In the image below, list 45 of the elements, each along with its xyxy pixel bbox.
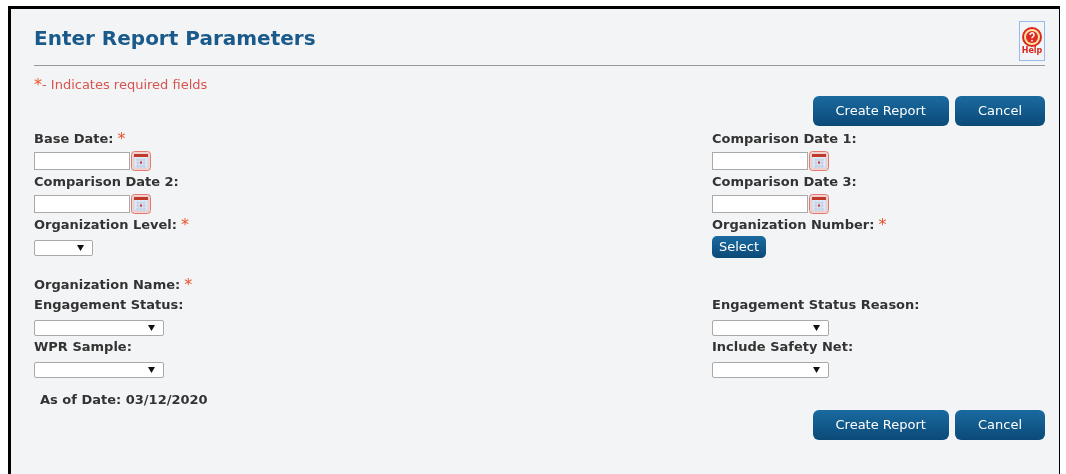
help-label: Help: [1021, 47, 1043, 55]
as-of-date: As of Date: 03/12/2020: [40, 390, 209, 409]
dropdown[interactable]: [34, 239, 93, 256]
action-button[interactable]: Cancel: [954, 410, 1045, 440]
action-button[interactable]: Create Report: [812, 95, 949, 126]
date-input[interactable]: [712, 151, 808, 170]
action-button[interactable]: Create Report: [812, 410, 949, 440]
field-label: Organization Number:: [712, 215, 875, 234]
required-mark: *: [34, 76, 42, 93]
dropdown[interactable]: [34, 319, 164, 336]
required-mark: *: [184, 276, 193, 293]
dropdown[interactable]: [712, 319, 829, 336]
field-label: Comparison Date 3:: [712, 172, 857, 191]
field-label: Base Date:: [34, 129, 114, 148]
dropdown-arrow-icon: [813, 324, 820, 331]
select-button[interactable]: Select: [712, 235, 767, 258]
dropdown-arrow-icon: [77, 244, 84, 251]
dropdown-arrow-icon: [148, 366, 155, 373]
field-label: WPR Sample:: [34, 337, 132, 356]
dropdown[interactable]: [712, 361, 829, 378]
dropdown-arrow-icon: [813, 366, 820, 373]
field-label: Comparison Date 2:: [34, 172, 179, 191]
calendar-icon[interactable]: [809, 150, 829, 171]
dropdown[interactable]: [34, 361, 164, 378]
calendar-icon[interactable]: [809, 193, 829, 214]
field-label: Engagement Status:: [34, 295, 184, 314]
date-input[interactable]: [712, 194, 808, 213]
field-label: Organization Level:: [34, 215, 178, 234]
calendar-icon[interactable]: [131, 150, 151, 171]
field-label: Comparison Date 1:: [712, 129, 857, 148]
field-label: Engagement Status Reason:: [712, 295, 920, 314]
question-icon: [1022, 27, 1042, 47]
required-mark: *: [181, 216, 190, 233]
required-mark: *: [878, 216, 887, 233]
required-mark: *: [117, 130, 126, 147]
date-input[interactable]: [34, 194, 130, 213]
field-label: Organization Name:: [34, 275, 181, 294]
help-button[interactable]: Help: [1019, 21, 1045, 61]
calendar-icon[interactable]: [131, 193, 151, 214]
action-button[interactable]: Cancel: [954, 95, 1045, 126]
field-label: Include Safety Net:: [712, 337, 854, 356]
page-title: Enter Report Parameters: [34, 25, 316, 52]
date-input[interactable]: [34, 151, 130, 170]
required-note: - Indicates required fields: [42, 76, 208, 94]
dropdown-arrow-icon: [148, 324, 155, 331]
